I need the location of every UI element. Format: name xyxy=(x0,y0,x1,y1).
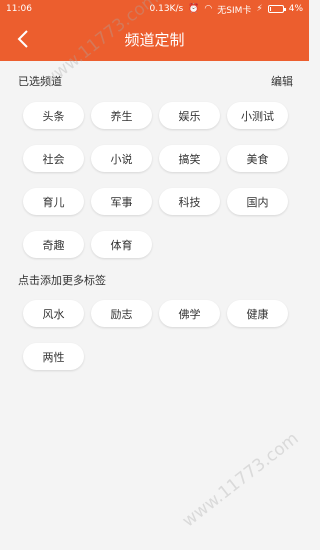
channel-chip[interactable]: 育儿 xyxy=(23,188,84,215)
selected-header: 已选频道 编辑 xyxy=(18,73,293,89)
channel-chip[interactable]: 美食 xyxy=(227,145,288,172)
channel-chip[interactable]: 搞笑 xyxy=(159,145,220,172)
tag-chip[interactable]: 佛学 xyxy=(159,300,220,327)
tag-chip[interactable]: 健康 xyxy=(227,300,288,327)
sim-status: 无SIM卡 xyxy=(217,5,252,16)
status-time: 11:06 xyxy=(6,4,32,14)
more-label: 点击添加更多标签 xyxy=(18,274,106,287)
page-title: 频道定制 xyxy=(124,31,185,49)
chevron-left-icon xyxy=(17,30,28,48)
battery-percent: 4% xyxy=(288,4,303,14)
title-bar: 频道定制 xyxy=(0,18,309,61)
tag-chip[interactable]: 两性 xyxy=(23,343,84,370)
channel-chip[interactable]: 体育 xyxy=(91,231,152,258)
channel-chip[interactable]: 头条 xyxy=(23,102,84,129)
network-speed: 0.13K/s xyxy=(149,4,184,14)
channel-chip[interactable]: 军事 xyxy=(91,188,152,215)
tag-chip[interactable]: 励志 xyxy=(91,300,152,327)
channel-chip[interactable]: 国内 xyxy=(227,188,288,215)
back-button[interactable] xyxy=(10,26,36,52)
more-header: 点击添加更多标签 xyxy=(18,272,293,288)
channel-chip[interactable]: 娱乐 xyxy=(159,102,220,129)
status-icons: 0.13K/s ⏰ ◠ 无SIM卡 ⚡ 4% xyxy=(150,3,304,16)
battery-icon xyxy=(267,5,286,13)
channel-chip[interactable]: 科技 xyxy=(159,188,220,215)
charging-icon: ⚡ xyxy=(256,4,263,14)
alarm-icon: ⏰ xyxy=(188,4,200,14)
channel-chip[interactable]: 养生 xyxy=(91,102,152,129)
wifi-icon: ◠ xyxy=(204,4,213,14)
edit-button[interactable]: 编辑 xyxy=(271,73,293,89)
channel-chip[interactable]: 小说 xyxy=(91,145,152,172)
channel-chip[interactable]: 社会 xyxy=(23,145,84,172)
channel-chip[interactable]: 奇趣 xyxy=(23,231,84,258)
channel-chip[interactable]: 小测试 xyxy=(227,102,288,129)
tag-chip[interactable]: 风水 xyxy=(23,300,84,327)
watermark-bottom: www.11773.com xyxy=(178,428,303,532)
status-bar: 11:06 0.13K/s ⏰ ◠ 无SIM卡 ⚡ 4% xyxy=(0,0,309,18)
selected-label: 已选频道 xyxy=(18,75,62,88)
